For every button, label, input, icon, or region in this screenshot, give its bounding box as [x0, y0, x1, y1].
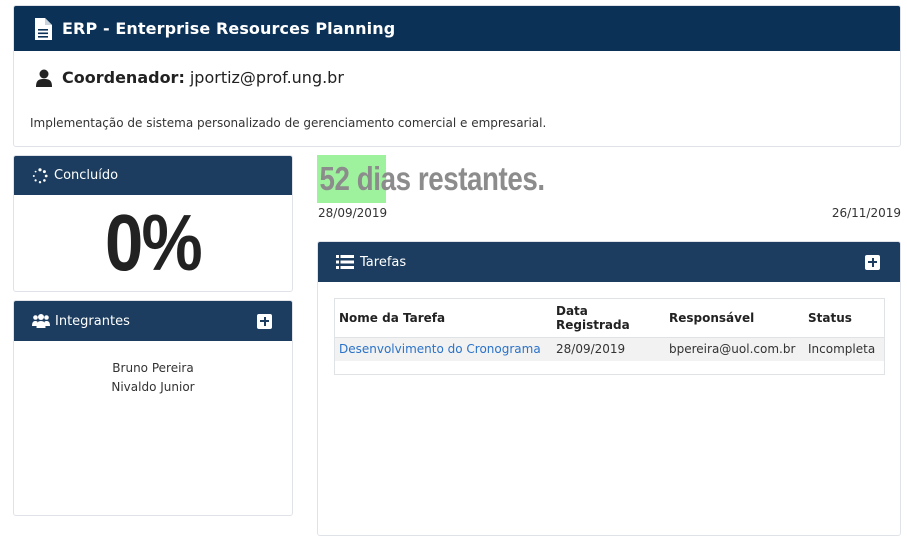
- column-header-responsible: Responsável: [665, 299, 804, 338]
- tasks-table-container: Nome da Tarefa Data Registrada Responsáv…: [334, 298, 885, 375]
- spinner-icon: [32, 167, 48, 184]
- task-date-cell: 28/09/2019: [552, 337, 665, 361]
- project-title: ERP - Enterprise Resources Planning: [62, 19, 396, 38]
- column-header-task-name: Nome da Tarefa: [335, 299, 552, 338]
- days-remaining: 52 dias restantes.: [317, 155, 588, 203]
- tasks-table: Nome da Tarefa Data Registrada Responsáv…: [335, 299, 884, 361]
- project-card: ERP - Enterprise Resources Planning Coor…: [13, 5, 901, 147]
- coordinator-row: Coordenador: jportiz@prof.ung.br: [14, 68, 900, 87]
- coordinator-label: Coordenador:: [62, 68, 185, 87]
- tasks-card: Tarefas Nome da Tarefa Data Registrada R…: [317, 241, 901, 536]
- document-icon: [34, 17, 52, 40]
- project-description: Implementação de sistema personalizado d…: [30, 116, 547, 130]
- members-card-header: Integrantes: [14, 301, 292, 341]
- members-card: Integrantes Bruno Pereira Nivaldo Junior: [13, 300, 293, 516]
- table-row: Desenvolvimento do Cronograma 28/09/2019…: [335, 337, 884, 361]
- task-name-cell: Desenvolvimento do Cronograma: [335, 337, 552, 361]
- tasks-card-title: Tarefas: [360, 254, 407, 270]
- list-icon: [336, 255, 354, 269]
- table-footer-space: [335, 361, 884, 374]
- users-icon: [32, 313, 50, 329]
- tasks-table-header-row: Nome da Tarefa Data Registrada Responsáv…: [335, 299, 884, 338]
- task-status-cell: Incompleta: [804, 337, 884, 361]
- project-header: ERP - Enterprise Resources Planning: [14, 6, 900, 51]
- task-link[interactable]: Desenvolvimento do Cronograma: [339, 342, 541, 356]
- column-header-status: Status: [804, 299, 884, 338]
- member-item: Nivaldo Junior: [111, 380, 195, 394]
- tasks-card-header: Tarefas: [318, 242, 900, 282]
- progress-percent: 0%: [105, 198, 203, 287]
- task-responsible-cell: bpereira@uol.com.br: [665, 337, 804, 361]
- end-date: 26/11/2019: [831, 206, 901, 220]
- members-list: Bruno Pereira Nivaldo Junior: [14, 359, 292, 397]
- members-card-title: Integrantes: [55, 313, 130, 329]
- days-remaining-text: 52 dias restantes.: [319, 160, 546, 197]
- column-header-date: Data Registrada: [552, 299, 665, 338]
- add-member-button[interactable]: [257, 313, 272, 329]
- progress-card: Concluído 0%: [13, 155, 293, 292]
- add-task-button[interactable]: [865, 254, 880, 270]
- user-icon: [36, 69, 52, 87]
- progress-card-title: Concluído: [54, 168, 119, 183]
- start-date: 28/09/2019: [318, 206, 388, 220]
- progress-card-header: Concluído: [14, 156, 292, 195]
- member-item: Bruno Pereira: [112, 361, 194, 375]
- coordinator-email: jportiz@prof.ung.br: [189, 68, 344, 87]
